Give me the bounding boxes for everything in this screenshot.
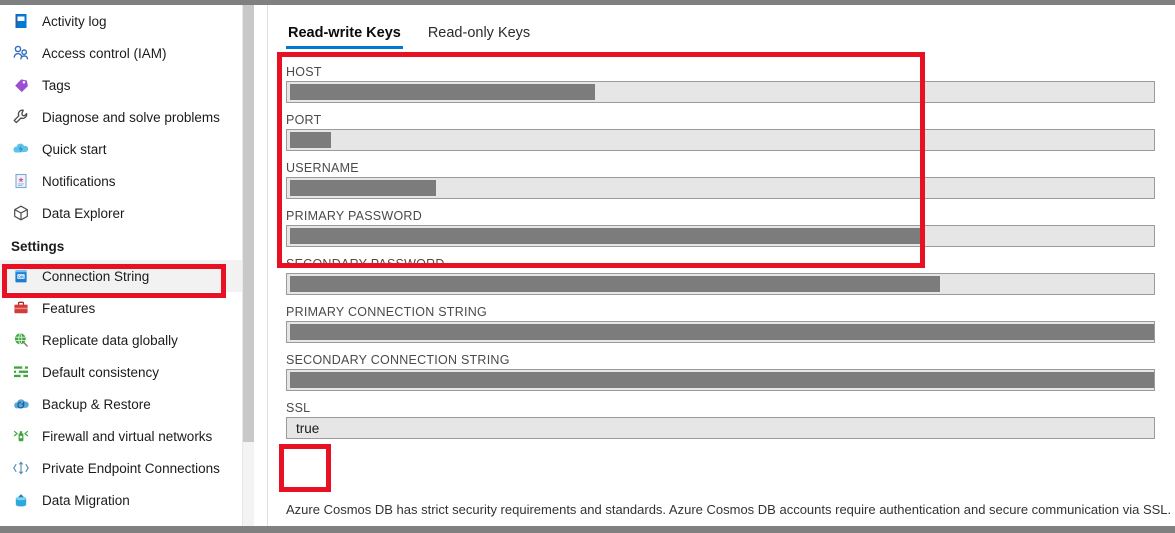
field-ssl: SSL true — [268, 391, 1175, 439]
redaction-bar — [290, 372, 1154, 388]
sidebar-item-label: Firewall and virtual networks — [42, 428, 213, 444]
sidebar-nav-list: Activity log Access control (IAM) Tags Diag… — [0, 5, 242, 229]
sidebar-item-diagnose-and-solve-problems[interactable]: Diagnose and solve problems — [0, 101, 242, 133]
tab-read-only-keys[interactable]: Read-only Keys — [426, 25, 532, 49]
sidebar-item-tags[interactable]: Tags — [0, 69, 242, 101]
field-value-input[interactable] — [286, 81, 1155, 103]
sidebar-item-backup-restore[interactable]: Backup & Restore — [0, 388, 242, 420]
field-value-input[interactable] — [286, 273, 1155, 295]
svg-text:DB: DB — [18, 274, 24, 279]
sidebar-item-label: Diagnose and solve problems — [42, 109, 220, 125]
sidebar-item-label: Tags — [42, 77, 71, 93]
field-value-input[interactable] — [286, 321, 1155, 343]
access-control-icon — [11, 43, 31, 63]
sidebar-item-activity-log[interactable]: Activity log — [0, 5, 242, 37]
sidebar-item-label: Access control (IAM) — [42, 45, 167, 61]
default-consistency-icon — [11, 362, 31, 382]
redaction-bar — [290, 180, 436, 196]
redaction-bar — [290, 132, 331, 148]
sidebar-item-replicate-data-globally[interactable]: Replicate data globally — [0, 324, 242, 356]
quick-start-icon — [11, 139, 31, 159]
firewall-icon — [11, 426, 31, 446]
tags-icon — [11, 75, 31, 95]
security-note: Azure Cosmos DB has strict security requ… — [286, 502, 1172, 517]
field-value-input[interactable] — [286, 177, 1155, 199]
sidebar-item-connection-string[interactable]: DB Connection String — [0, 260, 242, 292]
sidebar-item-firewall-and-virtual-networks[interactable]: Firewall and virtual networks — [0, 420, 242, 452]
redaction-bar — [290, 276, 940, 292]
sidebar-settings-list: DB Connection String Features Replicate dat… — [0, 260, 242, 516]
data-explorer-icon — [11, 203, 31, 223]
sidebar-item-label: Features — [42, 300, 96, 316]
sidebar-item-private-endpoint-connections[interactable]: Private Endpoint Connections — [0, 452, 242, 484]
window-bottom-bar — [0, 526, 1175, 533]
field-secondary-connection-string: SECONDARY CONNECTION STRING — [268, 343, 1175, 391]
private-endpoint-icon — [11, 458, 31, 478]
replicate-globally-icon — [11, 330, 31, 350]
sidebar-item-label: Data Migration — [42, 492, 130, 508]
field-label: SECONDARY PASSWORD — [286, 257, 445, 271]
field-label: SECONDARY CONNECTION STRING — [286, 353, 510, 367]
redaction-bar — [290, 228, 921, 244]
features-icon — [11, 298, 31, 318]
wrench-icon — [11, 107, 31, 127]
sidebar-item-label: Default consistency — [42, 364, 160, 380]
sidebar-item-label: Quick start — [42, 141, 107, 157]
field-label: PORT — [286, 113, 322, 127]
sidebar-item-label: Activity log — [42, 13, 107, 29]
field-port: PORT — [268, 103, 1175, 151]
sidebar-item-features[interactable]: Features — [0, 292, 242, 324]
field-label: PRIMARY PASSWORD — [286, 209, 422, 223]
connection-string-icon: DB — [11, 266, 31, 286]
field-primary-connection-string: PRIMARY CONNECTION STRING — [268, 295, 1175, 343]
sidebar-section-settings: Settings — [11, 239, 65, 254]
redaction-bar — [290, 324, 1154, 340]
sidebar-item-data-explorer[interactable]: Data Explorer — [0, 197, 242, 229]
field-label: SSL — [286, 401, 311, 415]
sidebar-item-label: Notifications — [42, 173, 116, 189]
field-primary-password: PRIMARY PASSWORD — [268, 199, 1175, 247]
field-value-input[interactable] — [286, 369, 1155, 391]
field-label: HOST — [286, 65, 322, 79]
activity-log-icon — [11, 11, 31, 31]
keys-field-list: HOST PORT USERNAME PRIMARY PASSWORD SECONDAR… — [268, 55, 1175, 439]
sidebar-gutter — [254, 5, 268, 526]
field-value-input[interactable] — [286, 225, 1155, 247]
field-value-text: true — [296, 420, 320, 436]
field-value-input[interactable] — [286, 129, 1155, 151]
backup-restore-icon — [11, 394, 31, 414]
sidebar-item-data-migration[interactable]: Data Migration — [0, 484, 242, 516]
tab-bar: Read-write Keys Read-only Keys — [286, 13, 555, 49]
field-label: USERNAME — [286, 161, 359, 175]
notifications-icon — [11, 171, 31, 191]
sidebar: Activity log Access control (IAM) Tags Diag… — [0, 5, 243, 526]
sidebar-item-notifications[interactable]: Notifications — [0, 165, 242, 197]
tab-read-write-keys[interactable]: Read-write Keys — [286, 25, 403, 49]
field-host: HOST — [268, 55, 1175, 103]
field-username: USERNAME — [268, 151, 1175, 199]
sidebar-item-quick-start[interactable]: Quick start — [0, 133, 242, 165]
sidebar-item-label: Data Explorer — [42, 205, 125, 221]
redaction-bar — [290, 84, 595, 100]
sidebar-item-label: Private Endpoint Connections — [42, 460, 220, 476]
field-secondary-password: SECONDARY PASSWORD — [268, 247, 1175, 295]
data-migration-icon — [11, 490, 31, 510]
sidebar-item-label: Replicate data globally — [42, 332, 178, 348]
field-label: PRIMARY CONNECTION STRING — [286, 305, 487, 319]
azure-portal-connection-string-page: Activity log Access control (IAM) Tags Diag… — [0, 0, 1175, 533]
sidebar-item-default-consistency[interactable]: Default consistency — [0, 356, 242, 388]
sidebar-item-label: Connection String — [42, 268, 150, 284]
sidebar-item-access-control-iam[interactable]: Access control (IAM) — [0, 37, 242, 69]
field-value-input[interactable]: true — [286, 417, 1155, 439]
sidebar-item-label: Backup & Restore — [42, 396, 151, 412]
main-content: Read-write Keys Read-only Keys HOST PORT US… — [268, 5, 1175, 526]
sidebar-scrollbar-thumb[interactable] — [243, 5, 254, 442]
